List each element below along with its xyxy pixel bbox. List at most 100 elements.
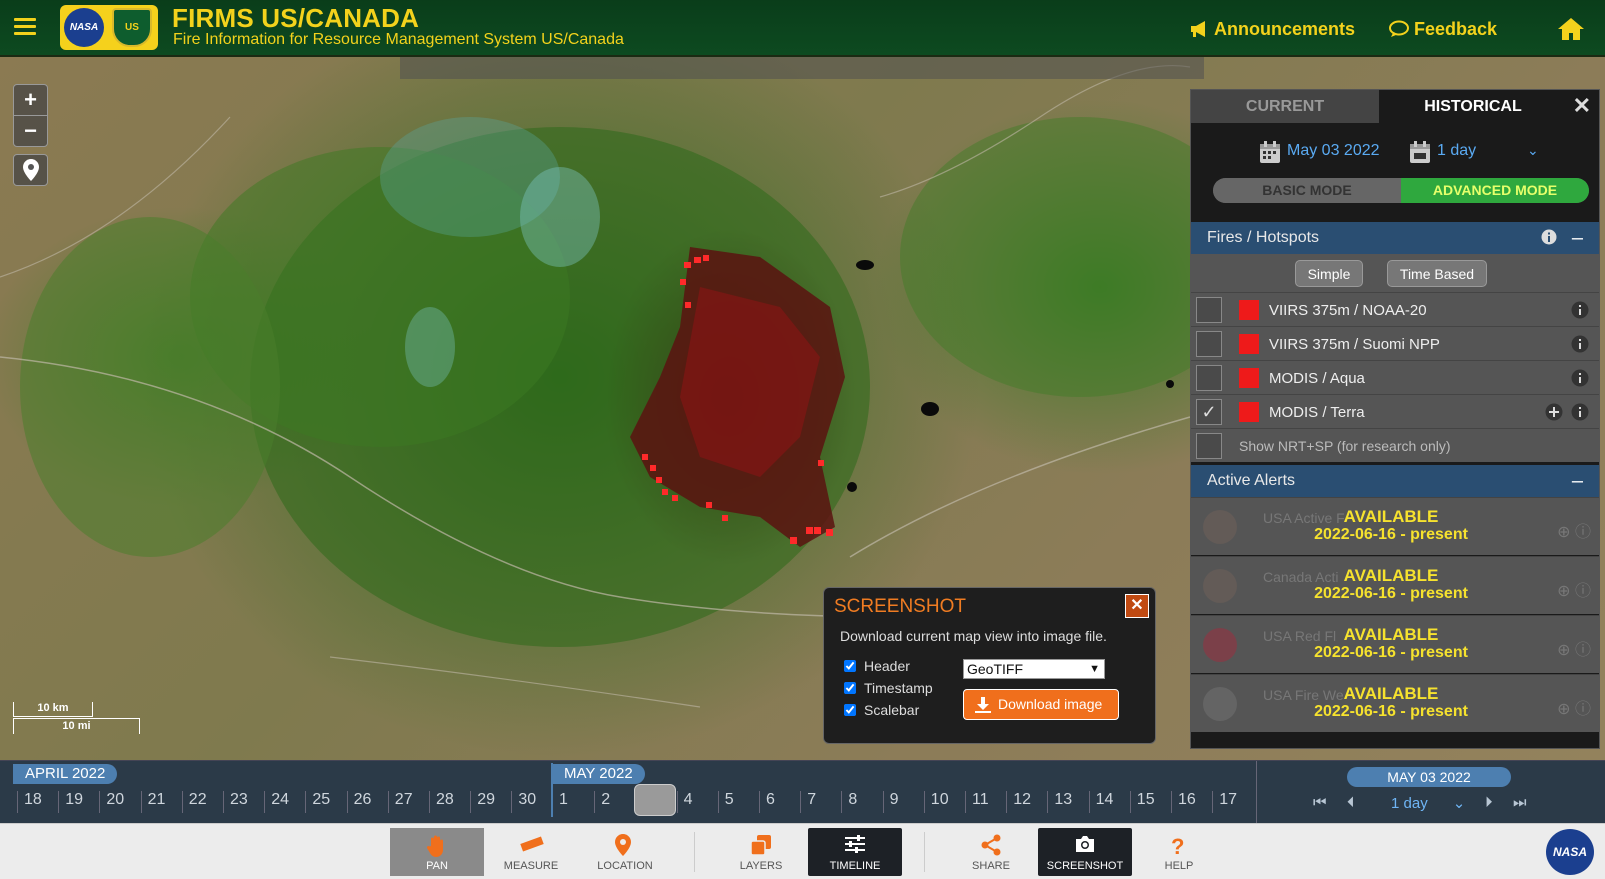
timeline-day[interactable]: 5 [717,791,758,813]
fires-hotspots-header[interactable]: Fires / Hotspots – [1191,222,1599,254]
timeline-day[interactable]: 11 [965,791,1005,813]
feedback-link[interactable]: Feedback [1389,19,1497,40]
hamburger-menu-icon[interactable] [14,18,36,36]
layers-tool[interactable]: LAYERS [714,828,808,876]
add-icon[interactable] [1545,403,1563,421]
layer-checkbox[interactable] [1196,297,1222,323]
basic-mode-button[interactable]: BASIC MODE [1213,178,1401,203]
layer-row-modis-aqua[interactable]: MODIS / Aqua [1191,360,1599,394]
calendar-range-icon[interactable] [1409,140,1431,164]
tab-current[interactable]: CURRENT [1191,90,1379,123]
timeline-day[interactable]: 1 [553,791,593,813]
layer-row-nrt-sp[interactable]: Show NRT+SP (for research only) [1191,428,1599,462]
timeline-day[interactable]: 17 [1212,791,1252,813]
info-icon[interactable] [1571,369,1589,387]
layer-checkbox[interactable] [1196,331,1222,357]
timeline-day[interactable]: 28 [429,791,469,813]
zoom-out-button[interactable]: − [13,115,48,147]
timeline-day[interactable]: 6 [759,791,799,813]
alert-item[interactable]: USA Red Fl AVAILABLE 2022-06-16 - presen… [1191,615,1599,673]
timeline-day[interactable]: 25 [305,791,345,813]
timeline-day[interactable]: 26 [346,791,387,813]
timeline-day[interactable]: 19 [58,791,98,813]
alert-item[interactable]: USA Fire We AVAILABLE 2022-06-16 - prese… [1191,674,1599,732]
agency-logos[interactable]: NASA US [60,5,158,50]
scalebar-checkbox[interactable] [844,704,856,716]
date-range-select[interactable]: 1 day [1437,142,1476,160]
measure-tool[interactable]: MEASURE [484,828,578,876]
timeline-handle[interactable] [634,784,676,816]
header-checkbox[interactable] [844,660,856,672]
alert-add-info-icon[interactable]: ⊕ ⓘ [1557,518,1591,542]
nasa-logo[interactable]: NASA [1546,829,1594,875]
chevron-down-icon[interactable]: ⌄ [1527,142,1539,159]
format-select[interactable]: GeoTIFF ▼ [963,659,1105,679]
layer-row-viirs-suomi[interactable]: VIIRS 375m / Suomi NPP [1191,326,1599,360]
timestamp-checkbox[interactable] [844,682,856,694]
timeline-day[interactable]: 20 [99,791,139,813]
layer-checkbox-checked[interactable]: ✓ [1196,399,1222,425]
share-tool[interactable]: SHARE [944,828,1038,876]
home-icon[interactable] [1557,17,1585,41]
time-based-button[interactable]: Time Based [1387,260,1487,287]
alert-item[interactable]: Canada Acti AVAILABLE 2022-06-16 - prese… [1191,556,1599,614]
timeline-range-select[interactable]: 1 day ⌄ [1391,794,1465,812]
collapse-icon[interactable]: – [1572,465,1583,497]
timeline-day[interactable]: 12 [1006,791,1046,813]
layer-checkbox[interactable] [1196,365,1222,391]
timeline-tool[interactable]: TIMELINE [808,828,902,876]
info-icon[interactable] [1541,229,1557,245]
timeline-day[interactable]: 18 [17,791,57,813]
simple-button[interactable]: Simple [1295,260,1363,287]
info-icon[interactable] [1571,403,1589,421]
selected-date[interactable]: May 03 2022 [1287,142,1380,160]
download-image-button[interactable]: Download image [963,689,1119,720]
pan-tool[interactable]: PAN [390,828,484,876]
announcements-link[interactable]: Announcements [1191,19,1355,40]
timeline-day[interactable]: 29 [470,791,510,813]
screenshot-tool[interactable]: SCREENSHOT [1038,828,1132,876]
help-tool[interactable]: ? HELP [1132,828,1226,876]
info-icon[interactable] [1571,335,1589,353]
advanced-mode-button[interactable]: ADVANCED MODE [1401,178,1589,203]
timeline-day[interactable]: 9 [882,791,923,813]
timeline-day[interactable]: 4 [676,791,717,813]
alert-add-info-icon[interactable]: ⊕ ⓘ [1557,695,1591,719]
header-option[interactable]: Header [844,658,910,674]
calendar-icon[interactable] [1259,140,1281,164]
scalebar-option[interactable]: Scalebar [844,702,919,718]
timeline-day[interactable]: 14 [1088,791,1129,813]
nrt-sp-checkbox[interactable] [1196,433,1222,459]
timeline-day[interactable]: 24 [264,791,304,813]
skip-back-icon[interactable]: ⏮ [1313,794,1327,811]
alert-add-info-icon[interactable]: ⊕ ⓘ [1557,636,1591,660]
skip-forward-icon[interactable]: ⏭ [1513,794,1527,811]
timeline-day[interactable]: 2 [594,791,634,813]
zoom-in-button[interactable]: + [13,84,48,116]
timeline-day[interactable]: 8 [841,791,881,813]
timestamp-option[interactable]: Timestamp [844,680,933,696]
map-location-button[interactable] [13,154,48,186]
close-icon[interactable]: ✕ [1125,594,1149,618]
timeline-bar[interactable]: APRIL 2022 MAY 2022 18 19 20 21 22 23 24 25 26 27… [0,760,1605,824]
timeline-day[interactable]: 7 [800,791,840,813]
timeline-day[interactable]: 30 [511,791,551,813]
layer-row-modis-terra[interactable]: ✓ MODIS / Terra [1191,394,1599,428]
timeline-day[interactable]: 16 [1171,791,1211,813]
timeline-day[interactable]: 10 [923,791,964,813]
info-icon[interactable] [1571,301,1589,319]
step-back-icon[interactable]: ⏴ [1347,794,1355,811]
collapse-icon[interactable]: – [1572,222,1583,254]
step-forward-icon[interactable]: ⏵ [1485,794,1493,811]
alert-item[interactable]: USA Active F AVAILABLE 2022-06-16 - pres… [1191,497,1599,555]
timeline-day[interactable]: 27 [387,791,428,813]
alert-add-info-icon[interactable]: ⊕ ⓘ [1557,577,1591,601]
timeline-day[interactable]: 15 [1129,791,1170,813]
close-icon[interactable]: ✕ [1573,93,1591,119]
timeline-day[interactable]: 13 [1047,791,1087,813]
timeline-day[interactable]: 23 [223,791,263,813]
timeline-day[interactable]: 22 [181,791,222,813]
timeline-day[interactable]: 21 [140,791,181,813]
tab-historical[interactable]: HISTORICAL [1379,90,1567,123]
active-alerts-header[interactable]: Active Alerts – [1191,465,1599,497]
